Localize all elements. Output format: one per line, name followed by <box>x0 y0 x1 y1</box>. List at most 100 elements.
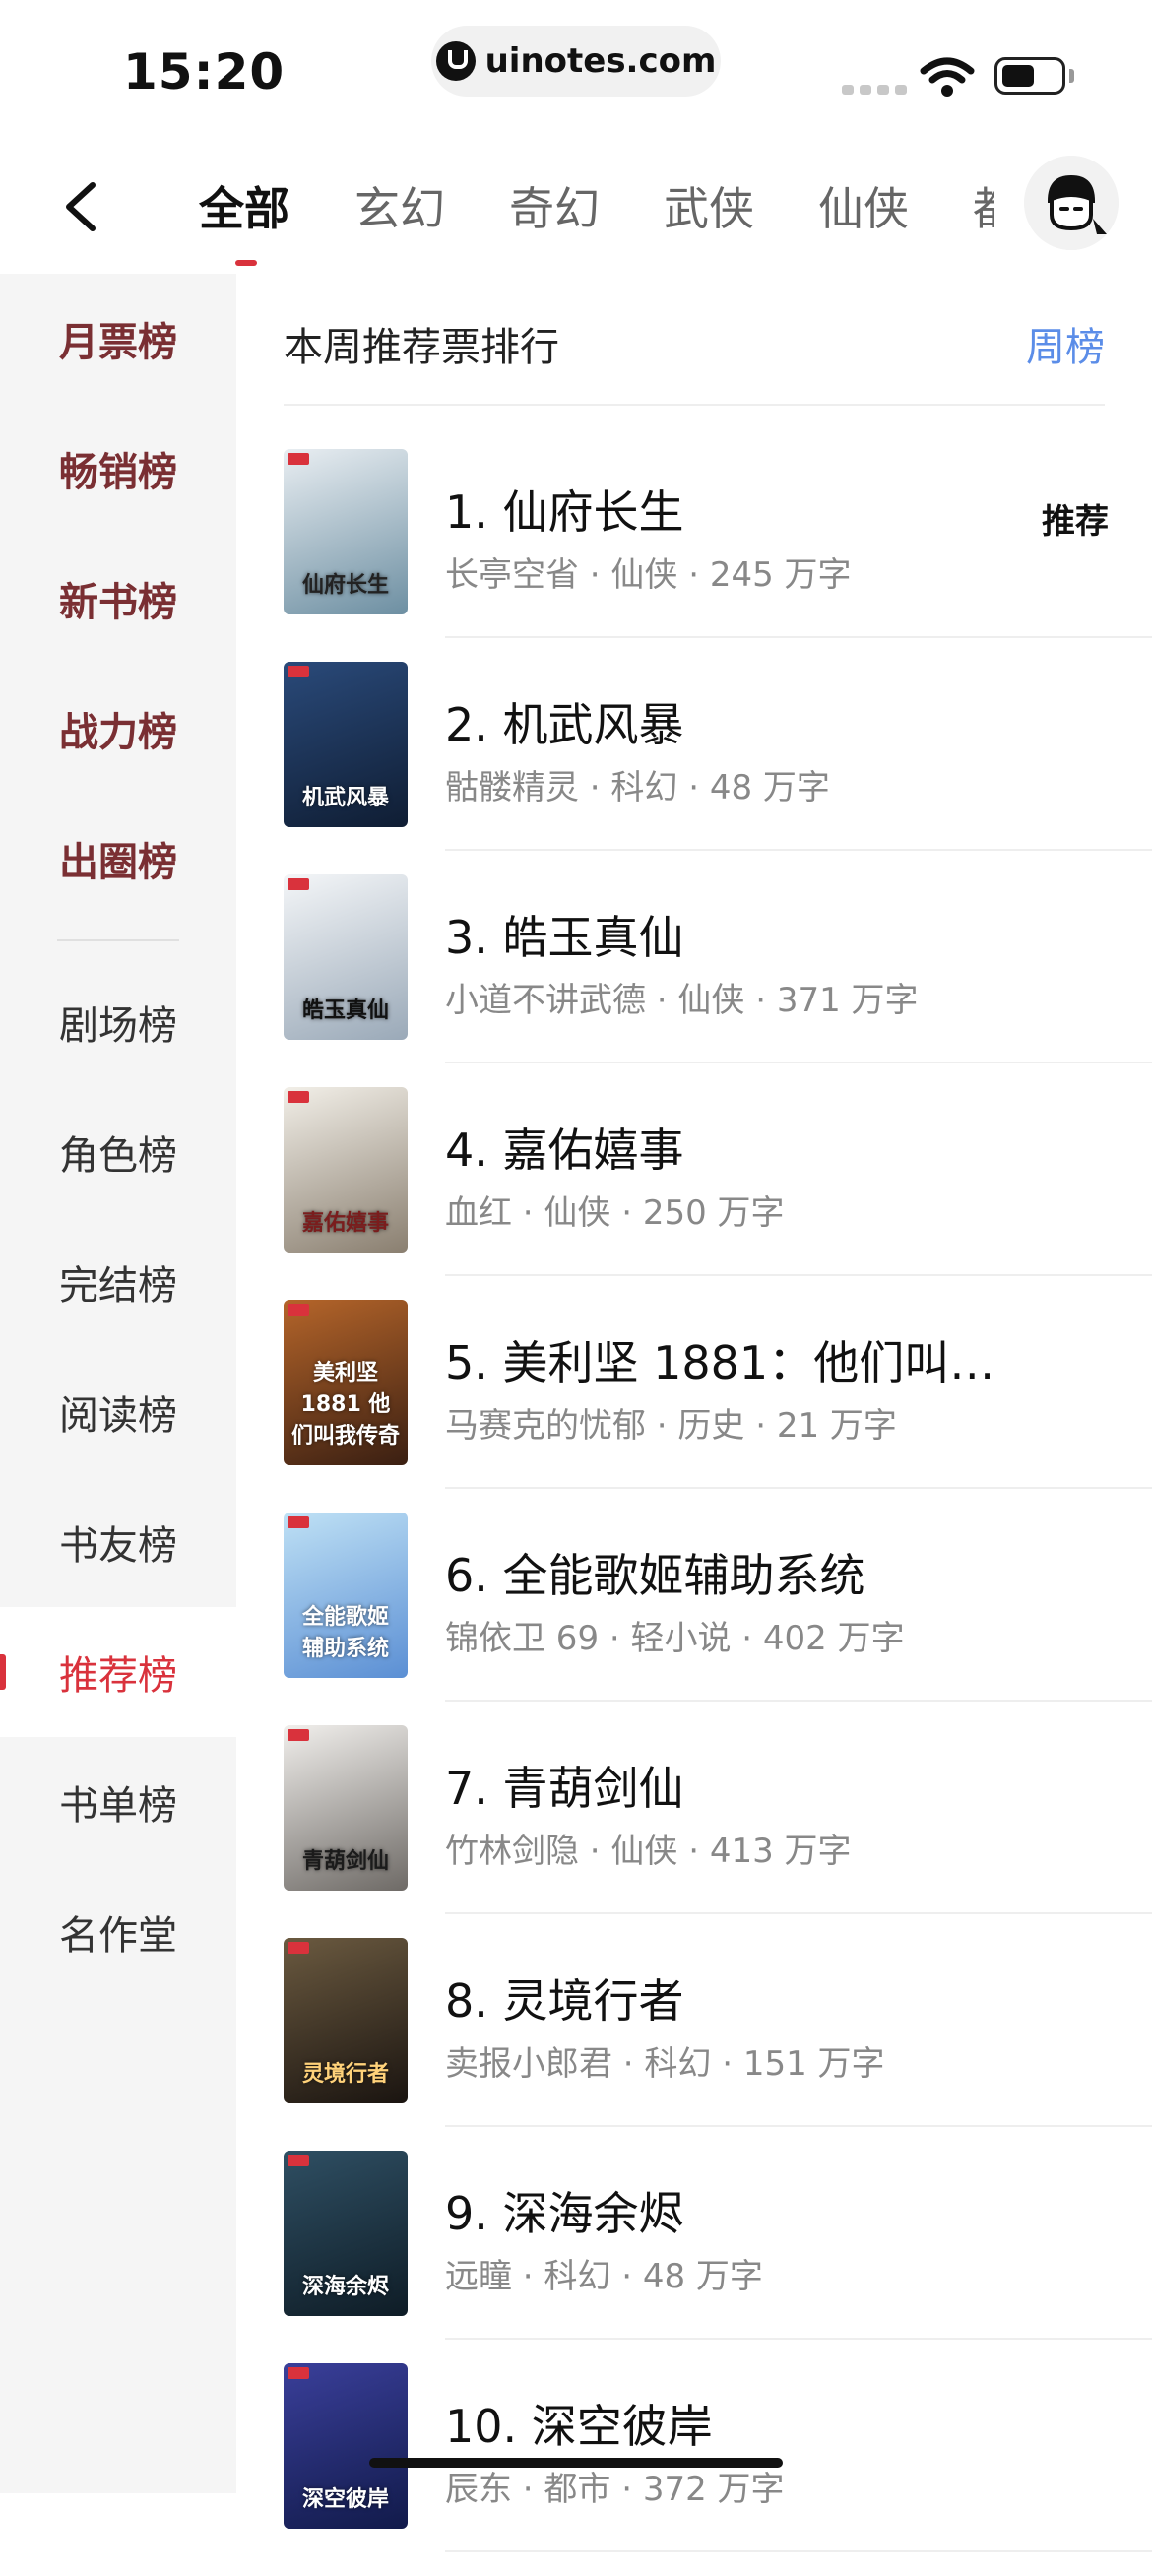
book-title: 10. 深空彼岸 <box>445 2400 713 2453</box>
back-arrow-icon[interactable] <box>55 177 114 236</box>
book-title: 4. 嘉佑嬉事 <box>445 1124 684 1177</box>
status-time: 15:20 <box>123 43 286 100</box>
row-divider <box>445 2338 1152 2340</box>
cover-publisher-badge <box>288 453 309 465</box>
cover-title-text: 全能歌姬 辅助系统 <box>301 1605 389 1661</box>
book-cover-image: 青葫剑仙 <box>284 1725 408 1891</box>
book-cover-image: 机武风暴 <box>284 662 408 827</box>
cover-title-text: 美利坚1881 他们叫我传奇 <box>291 1361 401 1449</box>
cover-title-text: 深海余烬 <box>301 2275 389 2299</box>
cover-publisher-badge <box>288 1516 309 1528</box>
book-row[interactable]: 皓玉真仙 3. 皓玉真仙小道不讲武德 · 仙侠 · 371 万字 <box>284 874 1152 1087</box>
book-cover-image: 深海余烬 <box>284 2151 408 2316</box>
top-nav: 全部 玄幻 奇幻 武侠 仙侠 都 <box>0 138 1152 274</box>
site-logo-icon <box>435 41 476 81</box>
cover-title-text: 机武风暴 <box>301 786 389 810</box>
book-row[interactable]: 灵境行者 8. 灵境行者卖报小郎君 · 科幻 · 151 万字 <box>284 1938 1152 2151</box>
tab-xuanhuan[interactable]: 玄幻 <box>354 173 445 238</box>
row-divider <box>445 2550 1152 2552</box>
book-row[interactable]: 青葫剑仙 7. 青葫剑仙竹林剑隐 · 仙侠 · 413 万字 <box>284 1725 1152 1938</box>
sidebar-item-bestseller[interactable]: 畅销榜 <box>0 404 236 534</box>
url-text: uinotes.com <box>484 41 717 81</box>
book-meta: 锦依卫 69 · 轻小说 · 402 万字 <box>445 1619 905 1658</box>
book-row[interactable]: 仙府长生 1. 仙府长生长亭空省 · 仙侠 · 245 万字 推荐 <box>284 449 1152 662</box>
row-divider <box>445 2125 1152 2127</box>
sidebar-item-new-books[interactable]: 新书榜 <box>0 534 236 664</box>
book-cover-image: 皓玉真仙 <box>284 874 408 1040</box>
book-cover-image: 全能歌姬 辅助系统 <box>284 1513 408 1678</box>
section-title: 本周推荐票排行 <box>284 325 559 370</box>
cover-publisher-badge <box>288 1942 309 1954</box>
sidebar-item-monthly-ticket[interactable]: 月票榜 <box>0 274 236 404</box>
row-divider <box>445 1274 1152 1276</box>
category-tabs: 全部 玄幻 奇幻 武侠 仙侠 都 <box>177 138 994 274</box>
book-meta: 马赛克的忧郁 · 历史 · 21 万字 <box>445 1406 897 1446</box>
tab-dushi[interactable]: 都 <box>973 173 994 238</box>
tab-indicator <box>235 260 257 266</box>
book-recommend-tag: 推荐 <box>1042 502 1109 542</box>
cellular-signal-icon <box>842 85 907 95</box>
avatar-icon[interactable] <box>1024 156 1119 250</box>
battery-icon <box>994 57 1065 95</box>
battery-tip <box>1069 69 1074 83</box>
cover-publisher-badge <box>288 666 309 677</box>
sidebar-item-viral[interactable]: 出圈榜 <box>0 794 236 924</box>
row-divider <box>445 1700 1152 1702</box>
book-meta: 骷髅精灵 · 科幻 · 48 万字 <box>445 768 830 807</box>
sidebar-item-theater[interactable]: 剧场榜 <box>0 957 236 1087</box>
book-meta: 竹林剑隐 · 仙侠 · 413 万字 <box>445 1832 852 1871</box>
book-cover-image: 嘉佑嬉事 <box>284 1087 408 1253</box>
book-title: 8. 灵境行者 <box>445 1974 684 2028</box>
cover-title-text: 深空彼岸 <box>301 2487 389 2512</box>
sidebar-item-reading[interactable]: 阅读榜 <box>0 1347 236 1477</box>
book-cover-image: 美利坚1881 他们叫我传奇 <box>284 1300 408 1465</box>
ranking-sidebar: 月票榜 畅销榜 新书榜 战力榜 出圈榜 剧场榜 角色榜 完结榜 阅读榜 书友榜 … <box>0 274 236 2493</box>
book-meta: 小道不讲武德 · 仙侠 · 371 万字 <box>445 981 919 1020</box>
cover-publisher-badge <box>288 1304 309 1316</box>
section-header: 本周推荐票排行 周榜 <box>284 274 1105 406</box>
book-meta: 血红 · 仙侠 · 250 万字 <box>445 1193 785 1233</box>
book-title: 6. 全能歌姬辅助系统 <box>445 1549 865 1602</box>
tab-qihuan[interactable]: 奇幻 <box>509 173 600 238</box>
book-row[interactable]: 美利坚1881 他们叫我传奇 5. 美利坚 1881：他们叫我传奇马赛克的忧郁 ·… <box>284 1300 1152 1513</box>
book-row[interactable]: 嘉佑嬉事 4. 嘉佑嬉事血红 · 仙侠 · 250 万字 <box>284 1087 1152 1300</box>
sidebar-item-characters[interactable]: 角色榜 <box>0 1087 236 1217</box>
cover-publisher-badge <box>288 1729 309 1741</box>
book-row[interactable]: 深空彼岸 10. 深空彼岸 辰东 · 都市 · 372 万字 <box>284 2363 1152 2576</box>
cover-title-text: 仙府长生 <box>301 573 389 598</box>
cover-title-text: 青葫剑仙 <box>301 1849 389 1874</box>
cover-publisher-badge <box>288 2155 309 2166</box>
row-divider <box>445 849 1152 851</box>
tab-xianxia[interactable]: 仙侠 <box>818 173 909 238</box>
row-divider <box>445 636 1152 638</box>
book-title: 3. 皓玉真仙 <box>445 911 684 964</box>
sidebar-item-book-friends[interactable]: 书友榜 <box>0 1477 236 1607</box>
row-divider <box>445 1062 1152 1063</box>
sidebar-item-power[interactable]: 战力榜 <box>0 664 236 794</box>
book-cover-image: 灵境行者 <box>284 1938 408 2103</box>
book-title: 7. 青葫剑仙 <box>445 1762 684 1815</box>
tab-all[interactable]: 全部 <box>199 173 289 238</box>
book-meta: 长亭空省 · 仙侠 · 245 万字 <box>445 555 852 595</box>
sidebar-item-hall-of-fame[interactable]: 名作堂 <box>0 1867 236 1997</box>
book-title: 1. 仙府长生 <box>445 485 684 539</box>
sidebar-divider <box>57 939 179 941</box>
book-title: 9. 深海余烬 <box>445 2187 684 2240</box>
sidebar-item-completed[interactable]: 完结榜 <box>0 1217 236 1347</box>
weekly-filter-link[interactable]: 周榜 <box>1026 315 1105 372</box>
book-row[interactable]: 深海余烬 9. 深海余烬 远瞳 · 科幻 · 48 万字 <box>284 2151 1152 2363</box>
status-bar: 15:20 uinotes.com <box>0 0 1152 138</box>
cover-title-text: 灵境行者 <box>301 2062 389 2087</box>
ranking-content: 本周推荐票排行 周榜 仙府长生 1. 仙府长生长亭空省 · 仙侠 · 245 万字… <box>236 274 1152 2552</box>
row-divider <box>445 1912 1152 1914</box>
sidebar-item-booklist[interactable]: 书单榜 <box>0 1737 236 1867</box>
tab-wuxia[interactable]: 武侠 <box>664 173 754 238</box>
book-meta: 卖报小郎君 · 科幻 · 151 万字 <box>445 2044 885 2084</box>
cover-publisher-badge <box>288 878 309 890</box>
url-pill[interactable]: uinotes.com <box>431 26 721 97</box>
cover-publisher-badge <box>288 2367 309 2379</box>
book-row[interactable]: 全能歌姬 辅助系统 6. 全能歌姬辅助系统锦依卫 69 · 轻小说 · 402 万… <box>284 1513 1152 1725</box>
row-divider <box>445 1487 1152 1489</box>
sidebar-item-recommend[interactable]: 推荐榜 <box>0 1607 236 1737</box>
book-row[interactable]: 机武风暴 2. 机武风暴 骷髅精灵 · 科幻 · 48 万字 <box>284 662 1152 874</box>
